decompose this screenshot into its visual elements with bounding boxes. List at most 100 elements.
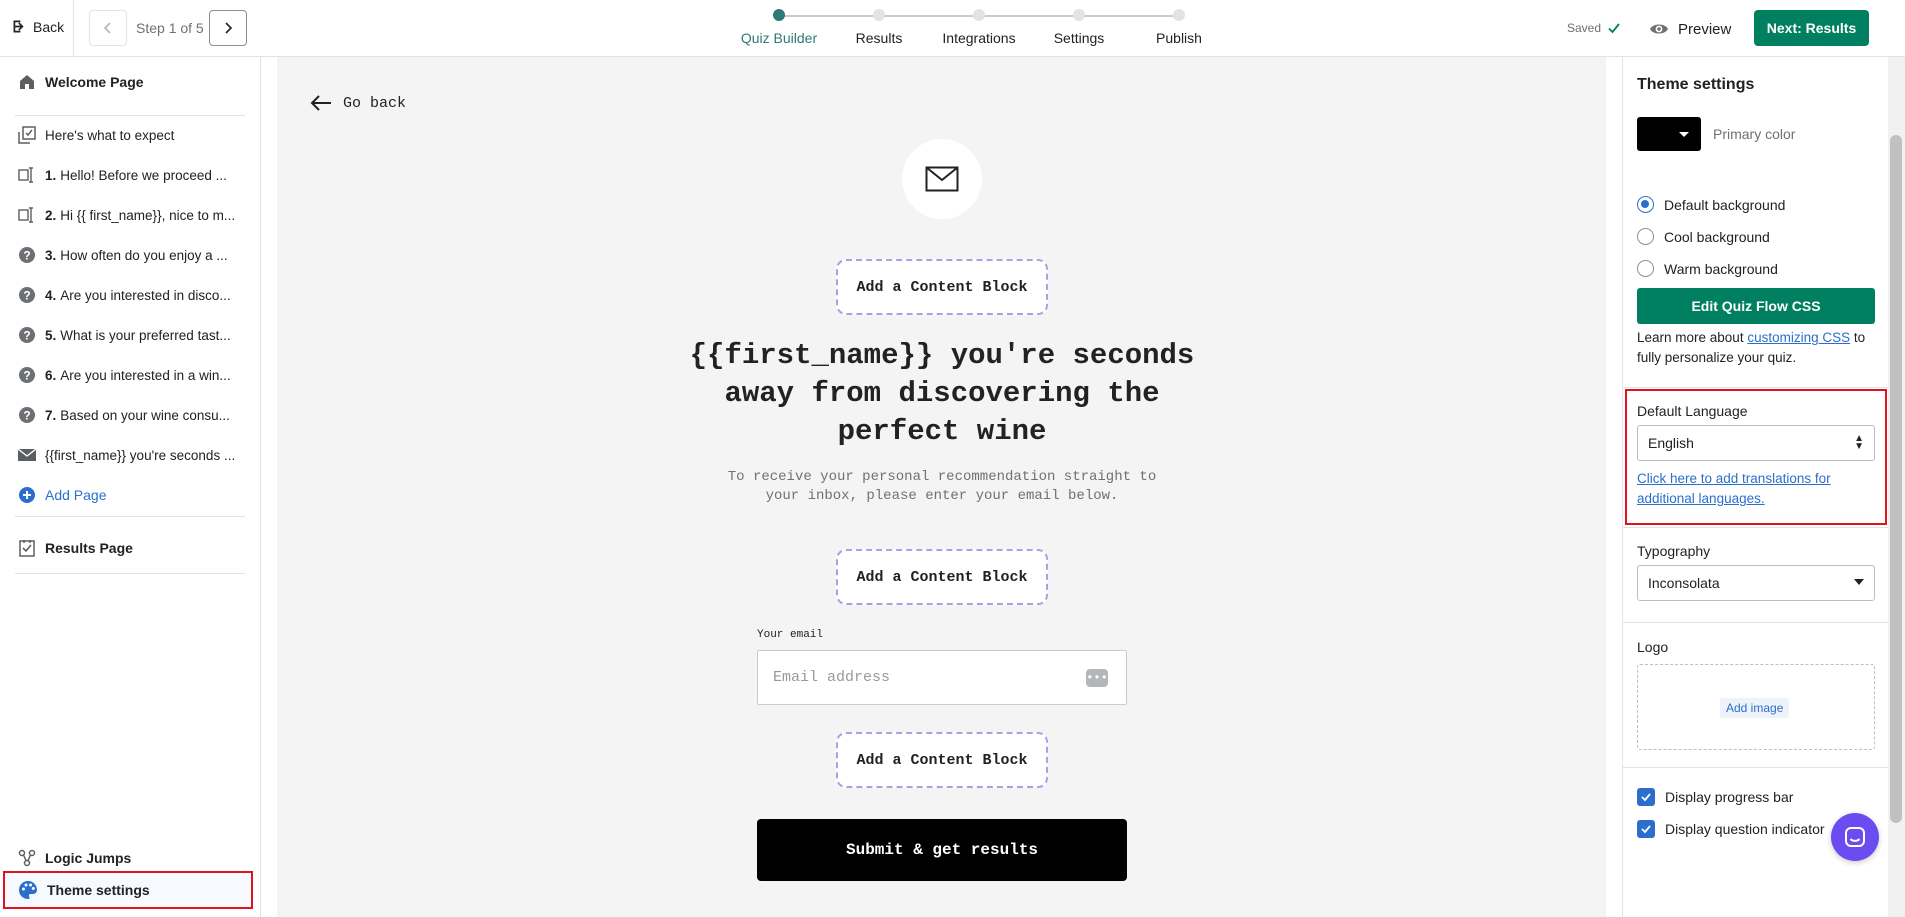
sidebar-item-label: Welcome Page (45, 74, 144, 90)
sidebar-item-question-2[interactable]: 2. Hi {{ first_name}}, nice to m... (0, 195, 261, 235)
learn-more-text: Learn more about customizing CSS to full… (1637, 330, 1866, 365)
customizing-css-link[interactable]: customizing CSS (1747, 330, 1850, 345)
step-dot (773, 9, 785, 21)
divider (15, 516, 245, 517)
sidebar-item-label: 4. Are you interested in disco... (45, 287, 231, 303)
scrollbar-thumb[interactable] (1890, 135, 1902, 823)
step-counter: Step 1 of 5 (136, 20, 204, 36)
step-dot (1173, 9, 1185, 21)
eye-icon (1650, 24, 1668, 34)
palette-icon (18, 880, 38, 900)
primary-color-picker[interactable] (1637, 117, 1701, 151)
sidebar-item-label: 5. What is your preferred tast... (45, 327, 231, 343)
envelope-icon (17, 445, 37, 465)
sidebar-item-results[interactable]: Results Page (0, 528, 261, 568)
caret-down-icon (1854, 579, 1864, 585)
preview-label: Preview (1678, 20, 1732, 38)
results-icon (17, 538, 37, 558)
back-button[interactable]: Back (11, 18, 64, 35)
email-placeholder: Email address (773, 669, 891, 686)
default-language-label: Default Language (1637, 403, 1748, 419)
exit-icon (13, 20, 24, 33)
arrow-left-icon (310, 95, 331, 111)
previous-step-button[interactable] (89, 10, 127, 46)
divider (1623, 387, 1889, 388)
sidebar-item-label: 6. Are you interested in a win... (45, 367, 231, 383)
logo-label: Logo (1637, 639, 1669, 655)
edit-css-button[interactable]: Edit Quiz Flow CSS (1637, 288, 1875, 324)
text-input-icon (17, 205, 37, 225)
home-icon (17, 72, 37, 92)
page-headline[interactable]: {{first_name}} you're seconds away from … (677, 337, 1207, 451)
sidebar-item-label: Logic Jumps (45, 850, 132, 866)
step-publish[interactable]: Publish (1114, 9, 1244, 46)
sidebar-item-question-6[interactable]: ? 6. Are you interested in a win... (0, 355, 261, 395)
sidebar-item-question-3[interactable]: ? 3. How often do you enjoy a ... (0, 235, 261, 275)
sidebar-item-label: {{first_name}} you're seconds ... (45, 447, 236, 463)
logo-dropzone[interactable]: Add image (1637, 664, 1875, 750)
email-field[interactable]: Email address ••• (757, 650, 1127, 705)
checklist-icon (17, 125, 37, 145)
question-indicator-toggle[interactable]: Display question indicator (1637, 820, 1825, 838)
next-results-button[interactable]: Next: Results (1754, 10, 1869, 46)
preview-button[interactable]: Preview (1648, 18, 1731, 40)
check-icon (1641, 825, 1651, 834)
sidebar-item-theme-settings[interactable]: Theme settings (3, 871, 253, 909)
go-back-link[interactable]: Go back (309, 93, 406, 113)
typography-label: Typography (1637, 543, 1711, 559)
sidebar-item-question-4[interactable]: ? 4. Are you interested in disco... (0, 275, 261, 315)
envelope-icon (925, 166, 959, 192)
quiz-canvas: Go back Add a Content Block {{first_name… (277, 57, 1606, 917)
step-dot (1073, 9, 1085, 21)
theme-settings-panel: Theme settings Primary color Default bac… (1622, 57, 1889, 917)
question-icon: ? (17, 245, 37, 265)
radio-button[interactable] (1637, 196, 1654, 213)
radio-label: Warm background (1664, 260, 1778, 277)
divider (1623, 527, 1889, 528)
sort-arrows-icon: ▲ ▼ (1854, 433, 1864, 452)
chevron-right-icon (225, 22, 233, 34)
add-image-button[interactable]: Add image (1720, 698, 1790, 718)
sidebar-item-email-page[interactable]: {{first_name}} you're seconds ... (0, 435, 261, 475)
typography-select[interactable]: Inconsolata (1637, 565, 1875, 601)
sidebar-item-welcome[interactable]: Welcome Page (0, 62, 261, 102)
add-content-block-button[interactable]: Add a Content Block (836, 732, 1048, 788)
primary-color-label: Primary color (1713, 126, 1796, 142)
divider (1623, 622, 1889, 623)
checkbox[interactable] (1637, 788, 1655, 806)
go-back-label: Go back (343, 94, 407, 112)
next-step-button[interactable] (209, 10, 247, 46)
checkbox[interactable] (1637, 820, 1655, 838)
radio-button[interactable] (1637, 228, 1654, 245)
radio-button[interactable] (1637, 260, 1654, 277)
logic-jumps-icon (17, 848, 37, 868)
language-select[interactable]: English ▲ ▼ (1637, 425, 1875, 461)
checkbox-label: Display progress bar (1665, 789, 1794, 805)
sidebar-item-label: 2. Hi {{ first_name}}, nice to m... (45, 207, 236, 223)
checkbox-label: Display question indicator (1665, 821, 1825, 837)
radio-cool-background[interactable]: Cool background (1637, 228, 1770, 245)
autofill-icon[interactable]: ••• (1086, 669, 1108, 687)
progress-bar-toggle[interactable]: Display progress bar (1637, 788, 1793, 806)
step-dot (973, 9, 985, 21)
sidebar-item-question-5[interactable]: ? 5. What is your preferred tast... (0, 315, 261, 355)
radio-warm-background[interactable]: Warm background (1637, 260, 1778, 277)
check-icon (1641, 793, 1651, 802)
add-translations-link[interactable]: Click here to add translations for addit… (1637, 469, 1867, 509)
text-input-icon (17, 165, 37, 185)
sidebar-item-question-7[interactable]: ? 7. Based on your wine consu... (0, 395, 261, 435)
add-content-block-button[interactable]: Add a Content Block (836, 259, 1048, 315)
sidebar-item-expect[interactable]: Here's what to expect (0, 115, 261, 155)
step-dot (873, 9, 885, 21)
sidebar-item-label: 3. How often do you enjoy a ... (45, 247, 228, 263)
plus-circle-icon (17, 485, 37, 505)
add-page-button[interactable]: Add Page (0, 475, 261, 515)
sidebar-item-question-1[interactable]: 1. Hello! Before we proceed ... (0, 155, 261, 195)
radio-default-background[interactable]: Default background (1637, 196, 1785, 213)
divider (1623, 767, 1889, 768)
add-content-block-button[interactable]: Add a Content Block (836, 549, 1048, 605)
submit-button[interactable]: Submit & get results (757, 819, 1127, 881)
email-field-label: Your email (757, 629, 824, 641)
page-subtitle[interactable]: To receive your personal recommendation … (707, 468, 1177, 506)
chat-launcher[interactable] (1831, 813, 1879, 861)
